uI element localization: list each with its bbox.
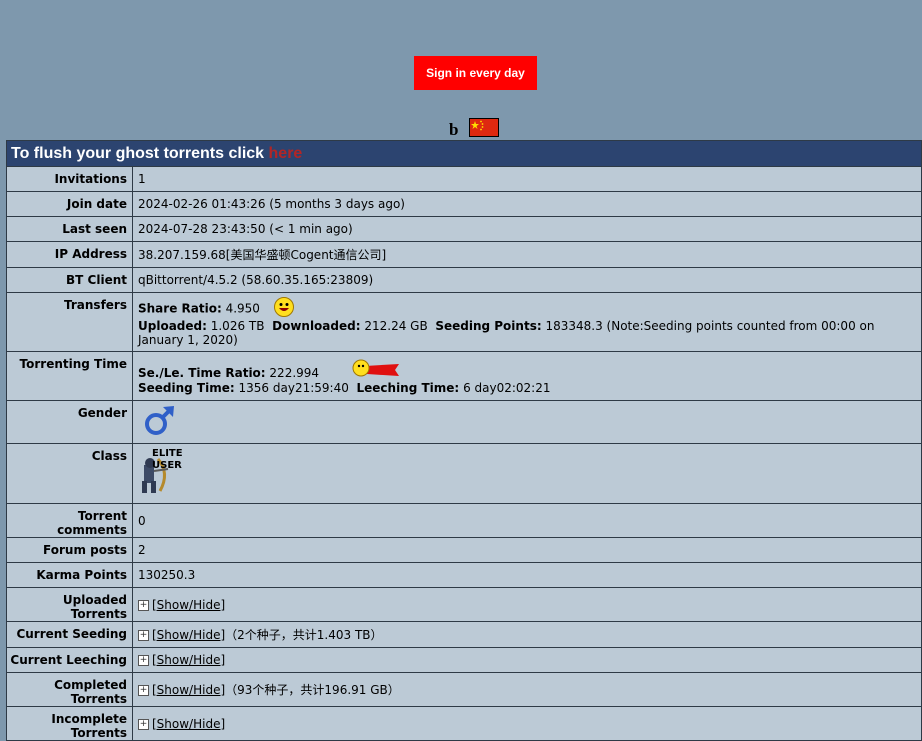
show-hide-leeching-link[interactable]: [Show/Hide] [152, 653, 225, 667]
flying-smiley-icon [351, 358, 401, 383]
downloaded-value: 212.24 GB [364, 319, 428, 333]
row-label: Invitations [6, 166, 133, 192]
row-label: Torrent comments [6, 503, 133, 538]
class-badge-text-2: USER [152, 460, 182, 471]
time-ratio-value: 222.994 [269, 365, 320, 380]
row-transfers: Transfers Share Ratio: 4.950 Uploaded: 1… [6, 292, 922, 352]
row-join-date: Join date 2024-02-26 01:43:26 (5 months … [6, 191, 922, 217]
downloaded-label: Downloaded: [272, 319, 361, 333]
seeding-summary: （2个种子，共计1.403 TB） [225, 628, 383, 642]
bt-client-value: qBittorrent/4.5.2 (58.60.35.165:23809) [132, 267, 922, 293]
ghost-torrents-banner: To flush your ghost torrents click here [6, 140, 922, 167]
expand-plus-icon[interactable]: + [138, 599, 149, 611]
expand-plus-icon[interactable]: + [138, 718, 149, 730]
username-line: b [449, 117, 500, 139]
row-last-seen: Last seen 2024-07-28 23:43:50 (< 1 min a… [6, 216, 922, 242]
row-completed-torrents: Completed Torrents + [Show/Hide]（93个种子，共计… [6, 672, 922, 707]
row-class: Class ELITE USER [6, 443, 922, 504]
time-ratio-label: Se./Le. Time Ratio: [138, 365, 266, 380]
row-label: Torrenting Time [6, 351, 133, 401]
invitations-value: 1 [132, 166, 922, 192]
row-ip-address: IP Address 38.207.159.68[美国华盛顿Cogent通信公司… [6, 241, 922, 268]
leeching-time-value: 6 day02:02:21 [463, 380, 551, 395]
row-label: Transfers [6, 292, 133, 352]
forum-posts-value: 2 [132, 537, 922, 563]
show-hide-seeding-link[interactable]: [Show/Hide] [152, 628, 225, 642]
seeding-time-label: Seeding Time: [138, 380, 235, 395]
row-label: Current Leeching [6, 647, 133, 673]
torrent-comments-value: 0 [132, 503, 922, 538]
row-current-seeding: Current Seeding + [Show/Hide]（2个种子，共计1.40… [6, 621, 922, 648]
show-hide-uploaded-link[interactable]: [Show/Hide] [152, 598, 225, 612]
uploaded-label: Uploaded: [138, 319, 207, 333]
leeching-time-label: Leeching Time: [356, 380, 460, 395]
seeding-time-value: 1356 day21:59:40 [238, 380, 349, 395]
row-label: Karma Points [6, 562, 133, 588]
join-date-value: 2024-02-26 01:43:26 (5 months 3 days ago… [132, 191, 922, 217]
expand-plus-icon[interactable]: + [138, 655, 149, 666]
show-hide-incomplete-link[interactable]: [Show/Hide] [152, 717, 225, 731]
sign-in-button[interactable]: Sign in every day [414, 56, 537, 90]
elite-user-class-icon: ELITE USER [138, 447, 188, 497]
seeding-points-label: Seeding Points: [435, 319, 542, 333]
row-label: IP Address [6, 241, 133, 268]
share-ratio-label: Share Ratio: [138, 301, 222, 316]
row-incomplete-torrents: Incomplete Torrents + [Show/Hide] [6, 706, 922, 741]
row-uploaded-torrents: Uploaded Torrents + [Show/Hide] [6, 587, 922, 622]
row-forum-posts: Forum posts 2 [6, 537, 922, 563]
expand-plus-icon[interactable]: + [138, 630, 149, 641]
user-details-table: To flush your ghost torrents click here … [6, 140, 922, 741]
row-label: BT Client [6, 267, 133, 293]
male-gender-icon [143, 405, 177, 440]
row-label: Uploaded Torrents [6, 587, 133, 622]
row-torrent-comments: Torrent comments 0 [6, 503, 922, 538]
row-label: Incomplete Torrents [6, 706, 133, 741]
show-hide-completed-link[interactable]: [Show/Hide] [152, 683, 225, 697]
row-label: Current Seeding [6, 621, 133, 648]
row-label: Last seen [6, 216, 133, 242]
ip-address-value: 38.207.159.68[美国华盛顿Cogent通信公司] [132, 241, 922, 268]
row-label: Completed Torrents [6, 672, 133, 707]
row-invitations: Invitations 1 [6, 166, 922, 192]
top-area: Sign in every day b [0, 0, 922, 140]
class-badge-text-1: ELITE [152, 448, 183, 459]
username[interactable]: b [449, 121, 458, 139]
uploaded-value: 1.026 TB [210, 319, 265, 333]
completed-summary: （93个种子，共计196.91 GB） [225, 683, 400, 697]
china-flag-icon [469, 118, 500, 137]
share-ratio-value: 4.950 [225, 301, 260, 316]
expand-plus-icon[interactable]: + [138, 685, 149, 696]
row-label: Gender [6, 400, 133, 444]
row-gender: Gender [6, 400, 922, 444]
happy-smiley-icon [273, 297, 294, 317]
row-bt-client: BT Client qBittorrent/4.5.2 (58.60.35.16… [6, 267, 922, 293]
last-seen-value: 2024-07-28 23:43:50 (< 1 min ago) [132, 216, 922, 242]
karma-points-value: 130250.3 [132, 562, 922, 588]
row-label: Forum posts [6, 537, 133, 563]
row-torrenting-time: Torrenting Time Se./Le. Time Ratio: 222.… [6, 351, 922, 401]
row-current-leeching: Current Leeching + [Show/Hide] [6, 647, 922, 673]
row-label: Join date [6, 191, 133, 217]
flush-here-link[interactable]: here [269, 145, 303, 162]
banner-text: To flush your ghost torrents click [11, 144, 269, 162]
row-label: Class [6, 443, 133, 504]
row-karma-points: Karma Points 130250.3 [6, 562, 922, 588]
